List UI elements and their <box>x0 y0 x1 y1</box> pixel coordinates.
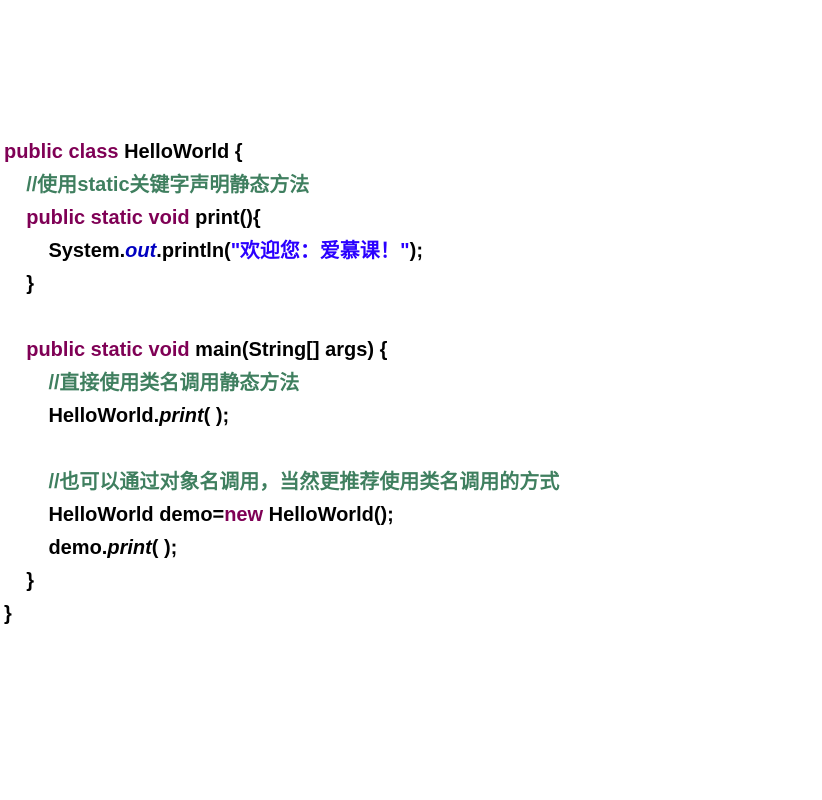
code-line-13: demo.print( ); <box>4 532 818 565</box>
class-name: HelloWorld <box>124 141 229 163</box>
code-line-14: } <box>4 565 818 598</box>
brace: } <box>4 603 12 625</box>
line-end: ( ); <box>204 405 230 427</box>
indent <box>4 372 48 394</box>
code-line-9: HelloWorld.print( ); <box>4 400 818 433</box>
line-end: ( ); <box>152 537 178 559</box>
blank-line <box>4 306 10 328</box>
indent <box>4 471 48 493</box>
indent <box>4 339 26 361</box>
indent <box>4 240 48 262</box>
out-field: out <box>125 240 156 262</box>
code-line-3: public static void print(){ <box>4 202 818 235</box>
code-line-7: public static void main(String[] args) { <box>4 334 818 367</box>
object-ref: demo. <box>48 537 107 559</box>
class-ref: HelloWorld. <box>48 405 159 427</box>
code-line-8: //直接使用类名调用静态方法 <box>4 367 818 400</box>
brace: } <box>26 570 34 592</box>
indent <box>4 273 26 295</box>
code-line-15: } <box>4 598 818 631</box>
system-ref: System. <box>48 240 125 262</box>
indent <box>4 207 26 229</box>
constructor-call: HelloWorld(); <box>269 504 394 526</box>
method-name: print(){ <box>195 207 261 229</box>
code-line-6 <box>4 301 818 334</box>
code-line-11: //也可以通过对象名调用，当然更推荐使用类名调用的方式 <box>4 466 818 499</box>
comment: //也可以通过对象名调用，当然更推荐使用类名调用的方式 <box>48 471 559 493</box>
code-line-4: System.out.println("欢迎您：爱慕课！"); <box>4 235 818 268</box>
code-line-10 <box>4 433 818 466</box>
method-name: main(String[] args) { <box>195 339 387 361</box>
brace: } <box>26 273 34 295</box>
indent <box>4 405 48 427</box>
indent <box>4 570 26 592</box>
code-line-12: HelloWorld demo=new HelloWorld(); <box>4 499 818 532</box>
static-call: print <box>107 537 151 559</box>
line-end: ); <box>410 240 423 262</box>
brace: { <box>229 141 242 163</box>
code-line-5: } <box>4 268 818 301</box>
indent <box>4 537 48 559</box>
blank-line <box>4 438 10 460</box>
keyword: public class <box>4 141 124 163</box>
comment: //直接使用类名调用静态方法 <box>48 372 299 394</box>
indent <box>4 174 26 196</box>
static-call: print <box>159 405 203 427</box>
println: .println( <box>156 240 230 262</box>
declaration: HelloWorld demo= <box>48 504 224 526</box>
keyword: public static void <box>26 207 195 229</box>
comment: //使用static关键字声明静态方法 <box>26 174 309 196</box>
indent <box>4 504 48 526</box>
string-literal: "欢迎您：爱慕课！" <box>231 240 410 262</box>
keyword-new: new <box>224 504 268 526</box>
keyword: public static void <box>26 339 195 361</box>
code-line-1: public class HelloWorld { <box>4 136 818 169</box>
code-line-2: //使用static关键字声明静态方法 <box>4 169 818 202</box>
